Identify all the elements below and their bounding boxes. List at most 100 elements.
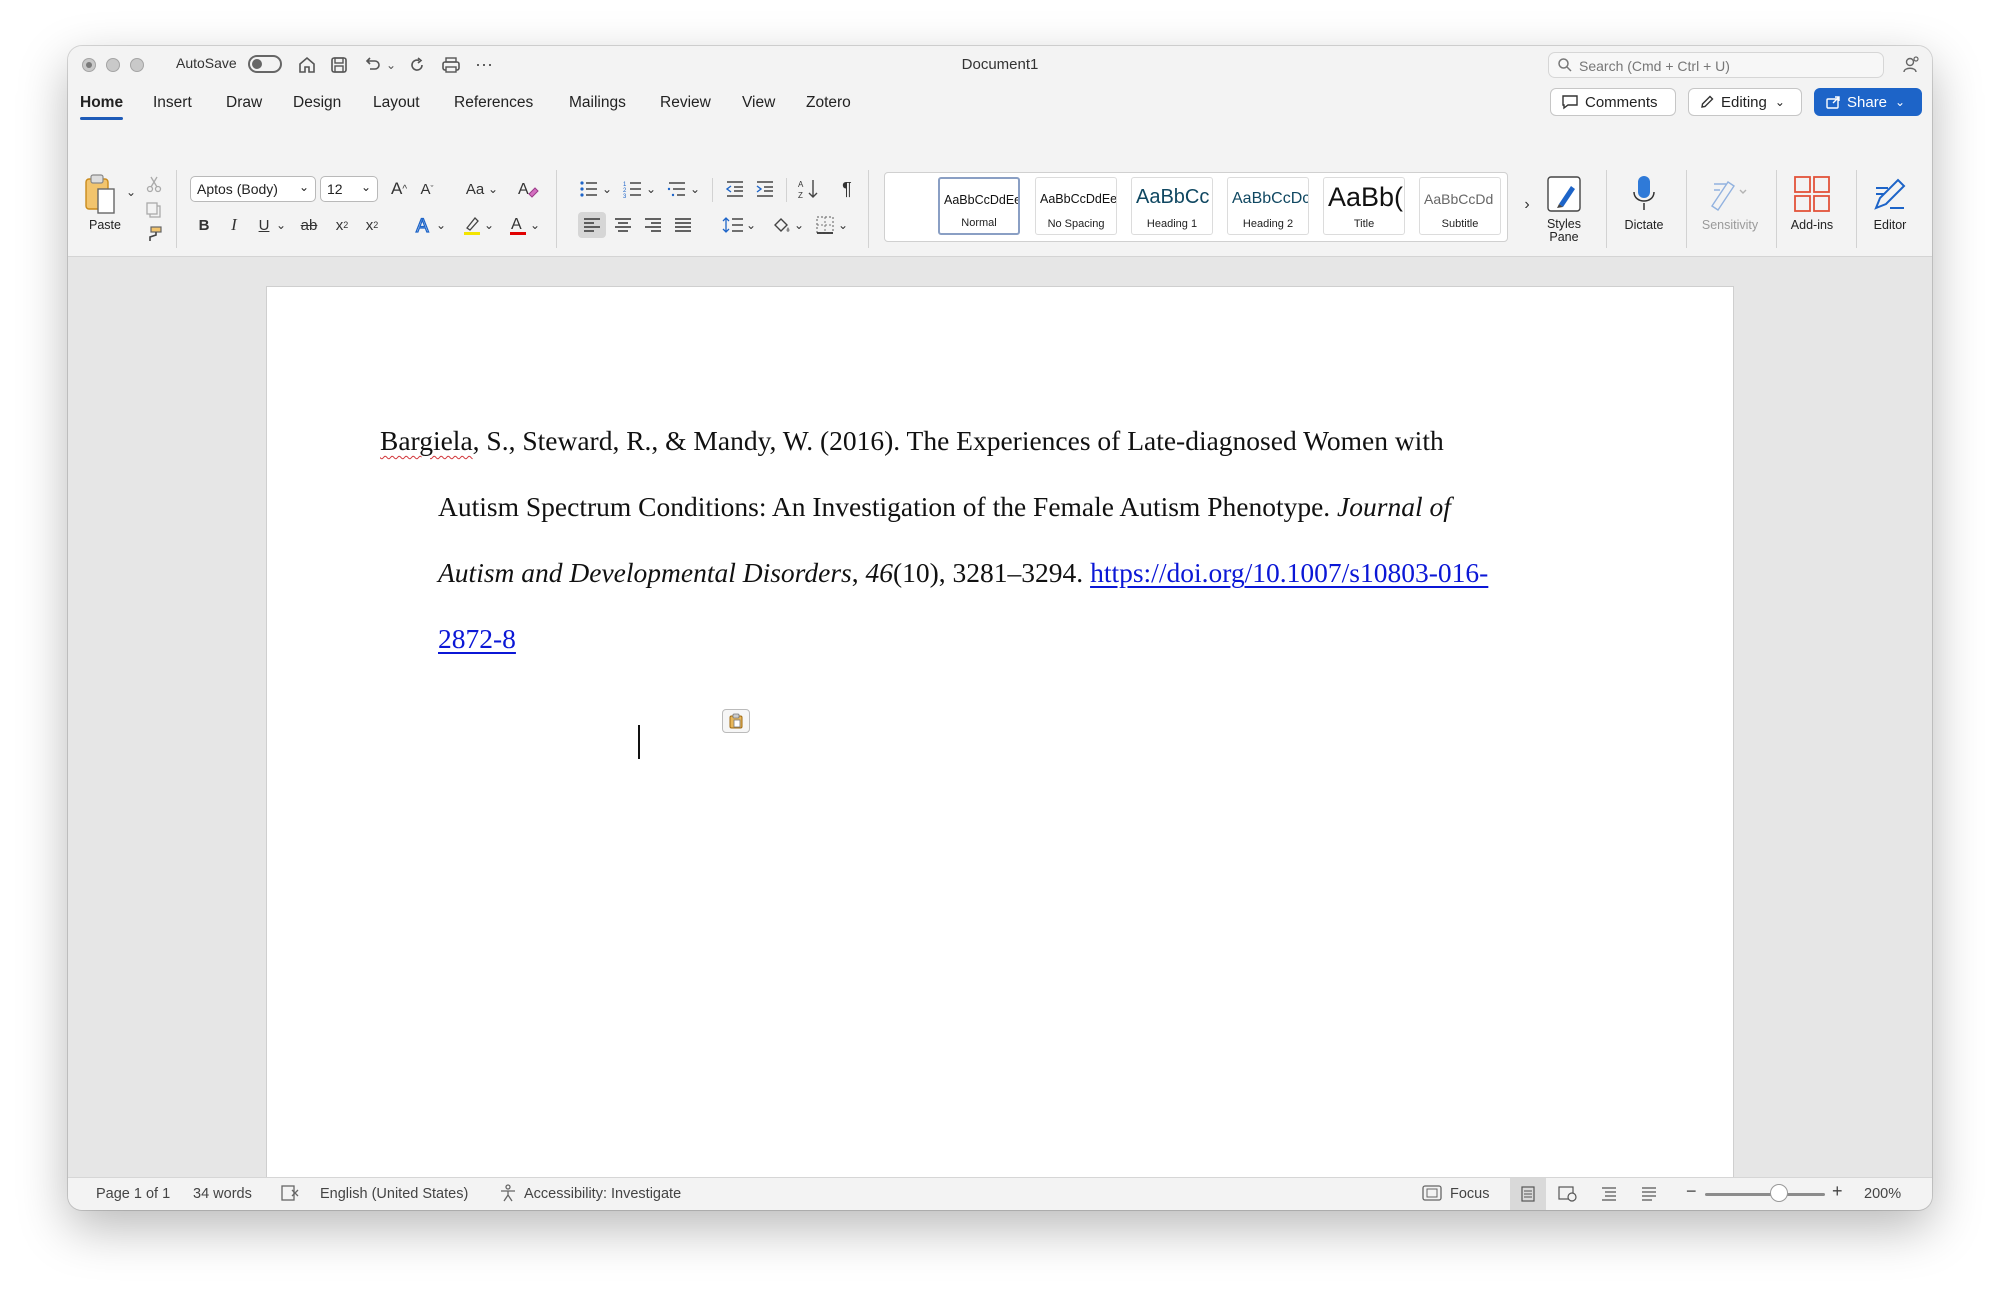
borders-icon[interactable] [812, 212, 838, 238]
bullets-icon[interactable] [576, 176, 602, 202]
paste-options-chevron-icon[interactable]: ⌄ [124, 182, 138, 202]
tab-layout[interactable]: Layout [373, 94, 420, 112]
draft-view-icon[interactable] [1640, 1185, 1658, 1207]
focus-mode-button[interactable]: Focus [1450, 1186, 1490, 1202]
comments-button[interactable]: Comments [1550, 88, 1676, 116]
text-effects-icon[interactable]: A [412, 212, 436, 238]
align-center-icon[interactable] [610, 212, 636, 238]
reference-line-1[interactable]: Bargiela, S., Steward, R., & Mandy, W. (… [380, 427, 1444, 455]
sort-icon[interactable]: AZ [796, 176, 822, 202]
shading-chevron-icon[interactable]: ⌄ [792, 212, 806, 238]
highlighter-icon[interactable] [460, 212, 484, 238]
style-normal[interactable]: AaBbCcDdEe Normal [938, 177, 1020, 235]
zoom-slider-thumb[interactable] [1770, 1184, 1788, 1202]
editing-mode-button[interactable]: Editing ⌄ [1688, 88, 1802, 116]
doi-link-part-2[interactable]: 2872-8 [438, 623, 516, 654]
web-layout-view-icon[interactable] [1558, 1185, 1578, 1207]
show-formatting-marks-icon[interactable]: ¶ [834, 176, 860, 202]
zoom-level[interactable]: 200% [1864, 1186, 1901, 1202]
document-canvas[interactable]: Bargiela, S., Steward, R., & Mandy, W. (… [68, 257, 1932, 1178]
doi-link-part-1[interactable]: https://doi.org/10.1007/s10803-016- [1090, 557, 1488, 588]
line-spacing-chevron-icon[interactable]: ⌄ [744, 212, 758, 238]
highlighter-chevron-icon[interactable]: ⌄ [482, 212, 496, 238]
shading-icon[interactable] [768, 212, 794, 238]
numbering-chevron-icon[interactable]: ⌄ [644, 176, 658, 202]
account-icon[interactable] [1898, 52, 1924, 78]
ribbon-separator [1856, 170, 1857, 248]
reference-line-4[interactable]: 2872-8 [438, 625, 516, 653]
bold-icon[interactable]: B [192, 212, 216, 238]
font-color-icon[interactable]: A [506, 212, 530, 238]
editor-icon[interactable] [1868, 172, 1912, 216]
word-count[interactable]: 34 words [193, 1186, 252, 1202]
reference-line-2[interactable]: Autism Spectrum Conditions: An Investiga… [438, 493, 1451, 521]
style-heading-2[interactable]: AaBbCcDc Heading 2 [1227, 177, 1309, 235]
underline-icon[interactable]: U [252, 212, 276, 238]
reference-line-3[interactable]: Autism and Developmental Disorders, 46(1… [438, 559, 1488, 587]
accessibility-checker[interactable]: Accessibility: Investigate [524, 1186, 681, 1202]
format-painter-icon[interactable] [142, 222, 166, 246]
font-size-dropdown[interactable]: 12 ⌄ [320, 176, 378, 202]
shrink-font-icon[interactable]: Aˇ [414, 176, 440, 202]
superscript-icon[interactable]: x2 [360, 212, 384, 238]
paste-options-badge[interactable] [722, 709, 750, 733]
underline-chevron-icon[interactable]: ⌄ [274, 212, 288, 238]
tab-insert[interactable]: Insert [153, 94, 192, 112]
misspelled-word[interactable]: Bargiela [380, 425, 473, 456]
zoom-out-icon[interactable]: − [1686, 1181, 1697, 1202]
multilevel-list-chevron-icon[interactable]: ⌄ [688, 176, 702, 202]
bullets-chevron-icon[interactable]: ⌄ [600, 176, 614, 202]
borders-chevron-icon[interactable]: ⌄ [836, 212, 850, 238]
tab-mailings[interactable]: Mailings [569, 94, 626, 112]
clear-formatting-icon[interactable]: A [514, 176, 542, 202]
decrease-indent-icon[interactable] [722, 176, 748, 202]
align-left-icon[interactable] [578, 212, 606, 238]
numbering-icon[interactable]: 123 [620, 176, 646, 202]
font-color-chevron-icon[interactable]: ⌄ [528, 212, 542, 238]
styles-pane-icon[interactable] [1542, 172, 1586, 216]
page-count[interactable]: Page 1 of 1 [96, 1186, 170, 1202]
italic-icon[interactable]: I [222, 212, 246, 238]
search-box[interactable]: Search (Cmd + Ctrl + U) [1548, 52, 1884, 78]
subscript-icon[interactable]: x2 [330, 212, 354, 238]
style-heading-1[interactable]: AaBbCc Heading 1 [1131, 177, 1213, 235]
outline-view-icon[interactable] [1600, 1185, 1618, 1207]
dictate-label: Dictate [1624, 218, 1664, 232]
add-ins-icon[interactable] [1788, 172, 1836, 216]
copy-icon[interactable] [142, 198, 166, 222]
dictate-microphone-icon[interactable] [1622, 172, 1666, 216]
print-layout-view-button[interactable] [1510, 1178, 1546, 1210]
zoom-slider-track[interactable] [1705, 1193, 1825, 1196]
justify-icon[interactable] [670, 212, 696, 238]
style-title[interactable]: AaBb( Title [1323, 177, 1405, 235]
paste-button[interactable] [80, 172, 124, 218]
increase-indent-icon[interactable] [752, 176, 778, 202]
document-page[interactable]: Bargiela, S., Steward, R., & Mandy, W. (… [267, 287, 1733, 1178]
tab-review[interactable]: Review [660, 94, 711, 112]
change-case-button[interactable]: Aa [462, 176, 488, 202]
tab-draw[interactable]: Draw [226, 94, 262, 112]
cut-icon[interactable] [142, 172, 166, 196]
zoom-in-icon[interactable]: + [1832, 1181, 1843, 1202]
tab-references[interactable]: References [454, 94, 533, 112]
language-indicator[interactable]: English (United States) [320, 1186, 468, 1202]
change-case-chevron-icon[interactable]: ⌄ [486, 176, 500, 202]
tab-design[interactable]: Design [293, 94, 341, 112]
text-effects-chevron-icon[interactable]: ⌄ [434, 212, 448, 238]
grow-font-icon[interactable]: A ^ [386, 176, 412, 202]
styles-gallery-next-icon[interactable]: › [1518, 194, 1536, 216]
tab-zotero[interactable]: Zotero [806, 94, 851, 112]
search-icon [1557, 57, 1573, 78]
font-name-dropdown[interactable]: Aptos (Body) ⌄ [190, 176, 316, 202]
style-subtitle[interactable]: AaBbCcDd Subtitle [1419, 177, 1501, 235]
share-button[interactable]: Share ⌄ [1814, 88, 1922, 116]
proofing-icon[interactable] [280, 1184, 300, 1206]
style-no-spacing[interactable]: AaBbCcDdEe No Spacing [1035, 177, 1117, 235]
multilevel-list-icon[interactable] [664, 176, 690, 202]
tab-home[interactable]: Home [80, 94, 124, 120]
strikethrough-icon[interactable]: ab [296, 212, 322, 238]
line-spacing-icon[interactable] [720, 212, 746, 238]
sensitivity-icon[interactable] [1700, 172, 1756, 216]
tab-view[interactable]: View [742, 94, 775, 112]
align-right-icon[interactable] [640, 212, 666, 238]
